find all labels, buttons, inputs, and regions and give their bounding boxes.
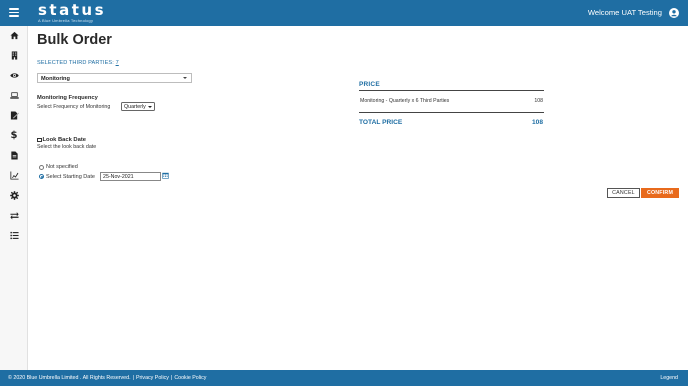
sidebar-item-tasks[interactable] (0, 226, 28, 244)
calendar-icon (37, 137, 42, 143)
sidebar-item-home[interactable] (0, 26, 28, 44)
total-price-label: TOTAL PRICE (359, 119, 403, 126)
cancel-button[interactable]: CANCEL (607, 188, 640, 198)
footer: © 2020 Blue Umbrella Limited . All Right… (0, 370, 688, 386)
radio-select-starting-date[interactable]: Select Starting Date (39, 174, 95, 180)
file-signature-icon (10, 110, 19, 120)
look-back-subtitle: Select the look back date (37, 144, 97, 150)
caret-down-icon (183, 77, 187, 79)
top-header: status A Blue Umbrella Technology Welcom… (0, 0, 688, 26)
radio-not-specified[interactable]: Not specified (39, 164, 78, 170)
radio-label: Select Starting Date (46, 173, 95, 180)
document-icon (10, 150, 18, 160)
service-type-select[interactable]: Monitoring (37, 73, 192, 83)
look-back-title-text: Look Back Date (42, 137, 87, 143)
footer-separator: | (132, 375, 134, 381)
price-line-label: Monitoring - Quarterly x 6 Third Parties (360, 98, 450, 104)
footer-left: © 2020 Blue Umbrella Limited . All Right… (8, 375, 206, 381)
status-logo[interactable]: status A Blue Umbrella Technology (38, 2, 106, 23)
start-date-input[interactable]: 25-Nov-2021 (100, 172, 161, 181)
privacy-policy-link[interactable]: Privacy Policy (136, 375, 169, 381)
price-heading: PRICE (359, 81, 380, 88)
price-divider-bottom (359, 112, 544, 113)
sidebar-item-reports[interactable] (0, 146, 28, 164)
monitoring-frequency-label: Select Frequency of Monitoring (37, 103, 111, 110)
service-type-value: Monitoring (41, 75, 70, 82)
selected-third-parties-label: SELECTED THIRD PARTIES: (37, 60, 114, 66)
confirm-button[interactable]: CONFIRM (641, 188, 679, 198)
page-title: Bulk Order (37, 32, 112, 48)
radio-label: Not specified (46, 164, 78, 170)
dollar-icon: $ (10, 129, 18, 141)
building-icon (11, 50, 17, 60)
logo-text: status (38, 1, 106, 19)
look-back-title: Look Back Date (37, 137, 86, 143)
monitoring-frequency-title: Monitoring Frequency (37, 95, 98, 101)
sidebar: $ (0, 26, 28, 370)
list-icon (9, 231, 19, 239)
chevron-down-icon (148, 105, 152, 108)
sidebar-item-monitoring[interactable] (0, 66, 28, 84)
sidebar-item-billing[interactable]: $ (0, 126, 28, 144)
sidebar-item-companies[interactable] (0, 46, 28, 64)
price-line-value: 108 (534, 98, 543, 104)
sidebar-item-contracts[interactable] (0, 106, 28, 124)
price-divider (359, 90, 544, 91)
total-price-value: 108 (531, 119, 543, 126)
sidebar-item-dashboard[interactable] (0, 86, 28, 104)
cookie-policy-link[interactable]: Cookie Policy (174, 375, 206, 381)
gear-icon (9, 190, 19, 200)
selected-third-parties: SELECTED THIRD PARTIES: 7 (37, 60, 119, 66)
footer-separator: | (170, 375, 173, 381)
chart-icon (9, 170, 19, 180)
sidebar-item-settings[interactable] (0, 186, 28, 204)
sidebar-item-analytics[interactable] (0, 166, 28, 184)
welcome-text: Welcome UAT Testing (587, 8, 662, 17)
radio-button[interactable] (39, 164, 44, 170)
frequency-value: Quarterly (124, 104, 146, 110)
laptop-icon (9, 91, 19, 99)
legend-link[interactable]: Legend (660, 375, 678, 381)
menu-icon[interactable] (9, 8, 19, 17)
copyright-text: © 2020 Blue Umbrella Limited . All Right… (8, 375, 131, 381)
radio-button-checked[interactable] (39, 174, 44, 179)
user-circle-icon[interactable] (669, 7, 679, 18)
frequency-select[interactable]: Quarterly (121, 102, 155, 111)
exchange-icon (9, 211, 19, 219)
home-icon (9, 31, 19, 39)
sidebar-item-transfers[interactable] (0, 206, 28, 224)
selected-third-parties-count[interactable]: 7 (116, 60, 119, 66)
eye-icon (9, 72, 19, 78)
calendar-picker-icon[interactable] (162, 172, 169, 179)
